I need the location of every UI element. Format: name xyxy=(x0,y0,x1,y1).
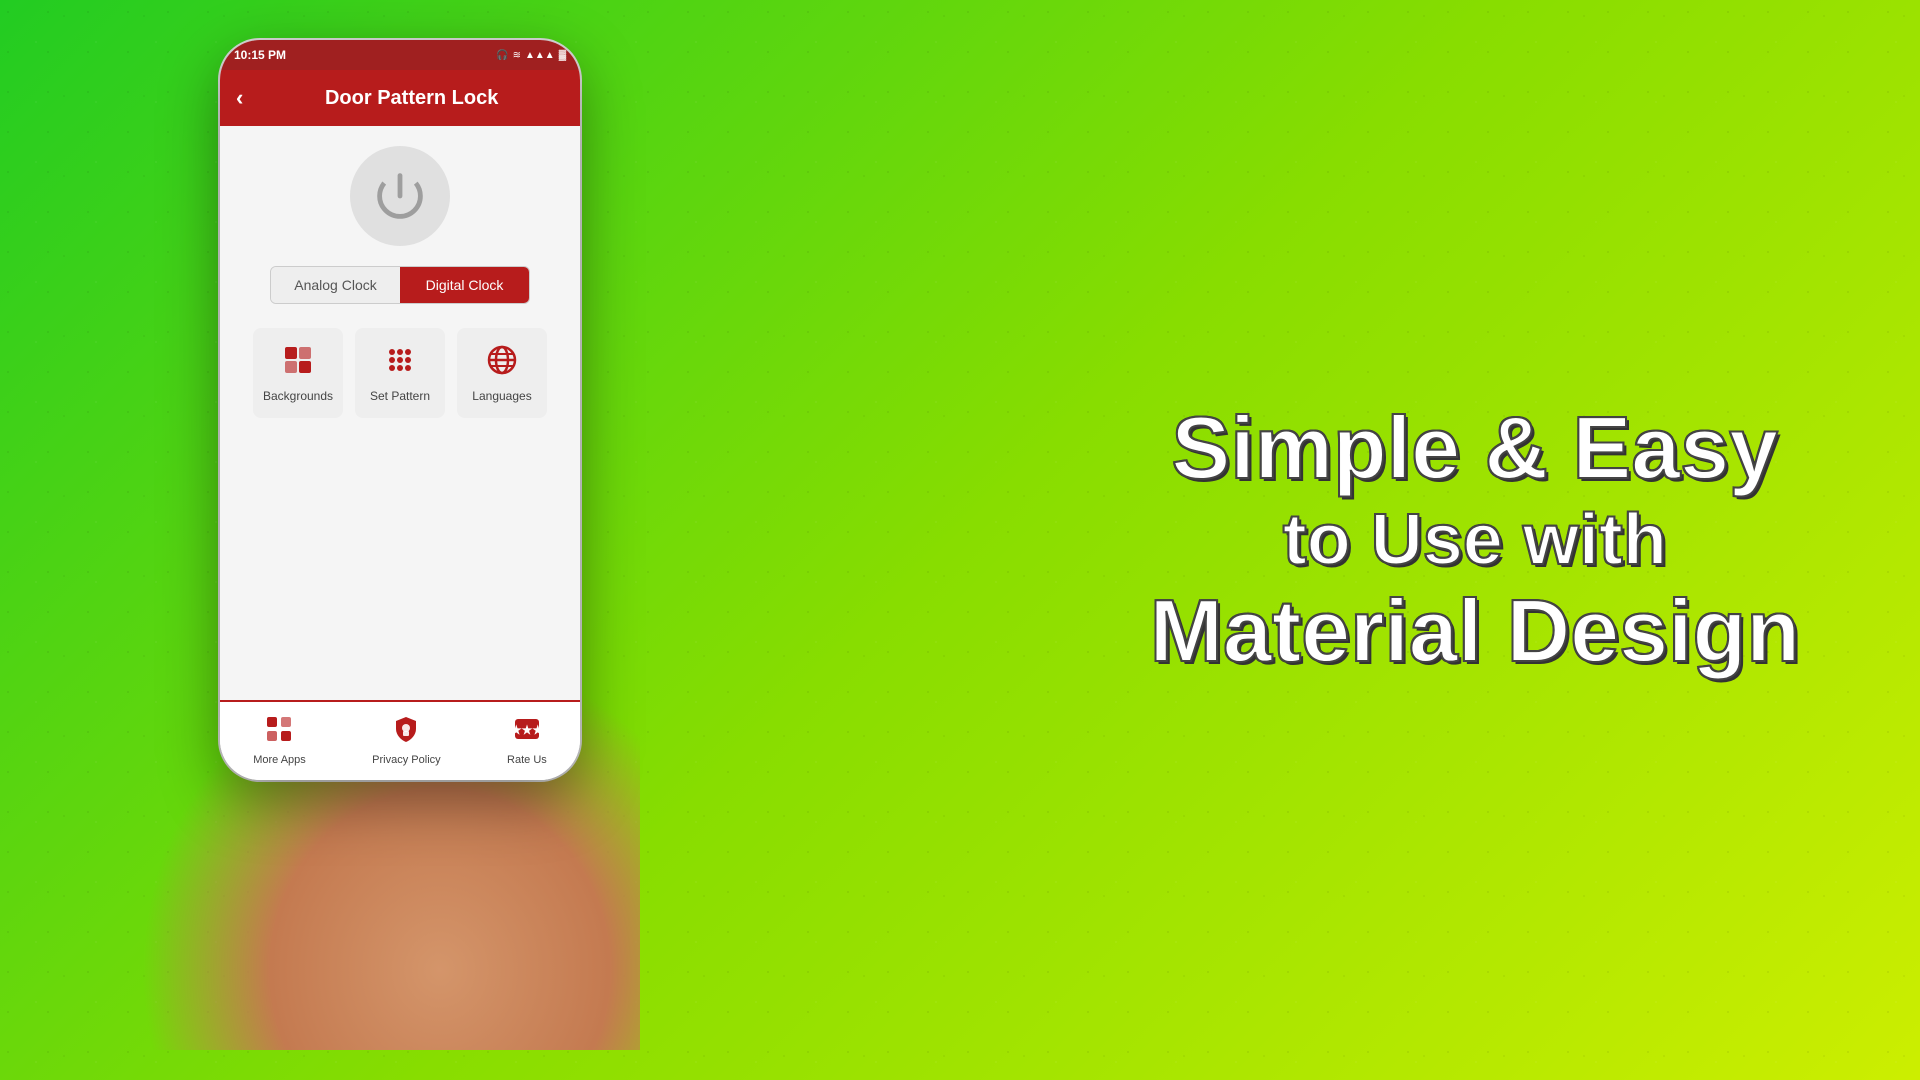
status-time: 10:15 PM xyxy=(234,48,286,62)
phone-wrapper: 10:15 PM 🎧 ≋ ▲▲▲ ▓ ‹ Door Pattern Lock xyxy=(140,30,640,1050)
backgrounds-button[interactable]: Backgrounds xyxy=(253,328,343,418)
phone-body: 10:15 PM 🎧 ≋ ▲▲▲ ▓ ‹ Door Pattern Lock xyxy=(220,40,580,780)
headphone-icon: 🎧 xyxy=(496,50,508,61)
power-icon xyxy=(370,166,430,226)
set-pattern-label: Set Pattern xyxy=(370,389,430,403)
more-apps-icon xyxy=(265,715,293,750)
languages-button[interactable]: Languages xyxy=(457,328,547,418)
wifi-icon: ≋ xyxy=(513,50,521,61)
svg-text:★★★: ★★★ xyxy=(513,723,541,737)
pattern-icon xyxy=(384,344,416,381)
app-title: Door Pattern Lock xyxy=(259,87,564,110)
digital-clock-button[interactable]: Digital Clock xyxy=(400,267,529,303)
languages-label: Languages xyxy=(472,389,531,403)
rate-us-icon: ★★★ xyxy=(513,715,541,750)
privacy-policy-icon xyxy=(392,715,420,750)
tagline-area: Simple & Easy to Use with Material Desig… xyxy=(1150,400,1800,680)
bottom-nav: More Apps Privacy Policy xyxy=(220,700,580,780)
rate-us-nav-item[interactable]: ★★★ Rate Us xyxy=(507,715,547,767)
power-icon-wrapper xyxy=(350,146,450,246)
status-bar: 10:15 PM 🎧 ≋ ▲▲▲ ▓ xyxy=(220,40,580,70)
tagline-line3: Material Design xyxy=(1150,583,1800,680)
clock-toggle: Analog Clock Digital Clock xyxy=(270,266,530,304)
more-apps-label: More Apps xyxy=(253,754,306,767)
tagline-line1: Simple & Easy xyxy=(1150,400,1800,497)
analog-clock-button[interactable]: Analog Clock xyxy=(271,267,400,303)
grid-buttons: Backgrounds xyxy=(236,328,564,418)
rate-us-label: Rate Us xyxy=(507,754,547,767)
backgrounds-label: Backgrounds xyxy=(263,389,333,403)
status-icons: 🎧 ≋ ▲▲▲ ▓ xyxy=(496,50,566,61)
privacy-policy-label: Privacy Policy xyxy=(372,754,440,767)
languages-icon xyxy=(486,344,518,381)
more-apps-nav-item[interactable]: More Apps xyxy=(253,715,306,767)
battery-icon: ▓ xyxy=(559,50,566,61)
back-button[interactable]: ‹ xyxy=(236,85,243,111)
app-bar: ‹ Door Pattern Lock xyxy=(220,70,580,126)
signal-icon: ▲▲▲ xyxy=(525,50,555,61)
privacy-policy-nav-item[interactable]: Privacy Policy xyxy=(372,715,440,767)
app-content: Analog Clock Digital Clock Backgr xyxy=(220,126,580,700)
set-pattern-button[interactable]: Set Pattern xyxy=(355,328,445,418)
backgrounds-icon xyxy=(282,344,314,381)
tagline-line2: to Use with xyxy=(1150,497,1800,583)
